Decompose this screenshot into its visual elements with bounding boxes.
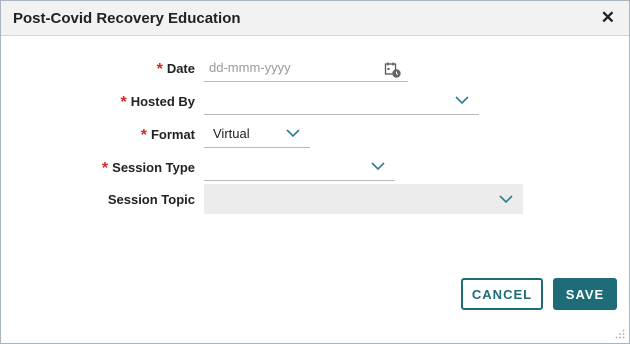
required-asterisk: * <box>140 127 147 144</box>
session-type-select[interactable] <box>204 151 395 181</box>
session-type-row: * Session Type <box>1 151 629 181</box>
session-type-label: * Session Type <box>101 160 195 177</box>
hosted-by-select[interactable] <box>204 85 479 115</box>
session-topic-row: Session Topic <box>1 184 629 214</box>
save-button[interactable]: SAVE <box>553 278 617 310</box>
format-label: * Format <box>140 127 195 144</box>
chevron-down-icon[interactable] <box>499 192 513 206</box>
chevron-down-icon[interactable] <box>455 93 469 107</box>
hosted-by-label: * Hosted By <box>120 94 195 111</box>
required-asterisk: * <box>120 94 127 111</box>
dialog-title: Post-Covid Recovery Education <box>13 10 241 27</box>
date-row: * Date dd-mmm-yyyy <box>1 52 629 82</box>
date-label: * Date <box>156 61 195 78</box>
required-asterisk: * <box>156 61 163 78</box>
chevron-down-icon[interactable] <box>286 126 300 140</box>
close-icon[interactable]: ✕ <box>601 8 615 28</box>
session-topic-select[interactable] <box>204 184 523 214</box>
format-row: * Format Virtual <box>1 118 629 148</box>
dialog: Post-Covid Recovery Education ✕ * Date dd… <box>0 0 630 344</box>
session-topic-label: Session Topic <box>107 192 195 207</box>
chevron-down-icon[interactable] <box>371 159 385 173</box>
cancel-button[interactable]: CANCEL <box>461 278 543 310</box>
calendar-icon[interactable] <box>384 61 402 79</box>
format-select[interactable]: Virtual <box>204 118 310 148</box>
date-field[interactable]: dd-mmm-yyyy <box>204 52 408 82</box>
hosted-by-row: * Hosted By <box>1 85 629 115</box>
resize-grip-icon[interactable] <box>615 329 625 339</box>
format-value: Virtual <box>213 126 250 141</box>
date-placeholder: dd-mmm-yyyy <box>209 60 291 75</box>
dialog-titlebar: Post-Covid Recovery Education ✕ <box>1 1 629 36</box>
required-asterisk: * <box>101 160 109 177</box>
